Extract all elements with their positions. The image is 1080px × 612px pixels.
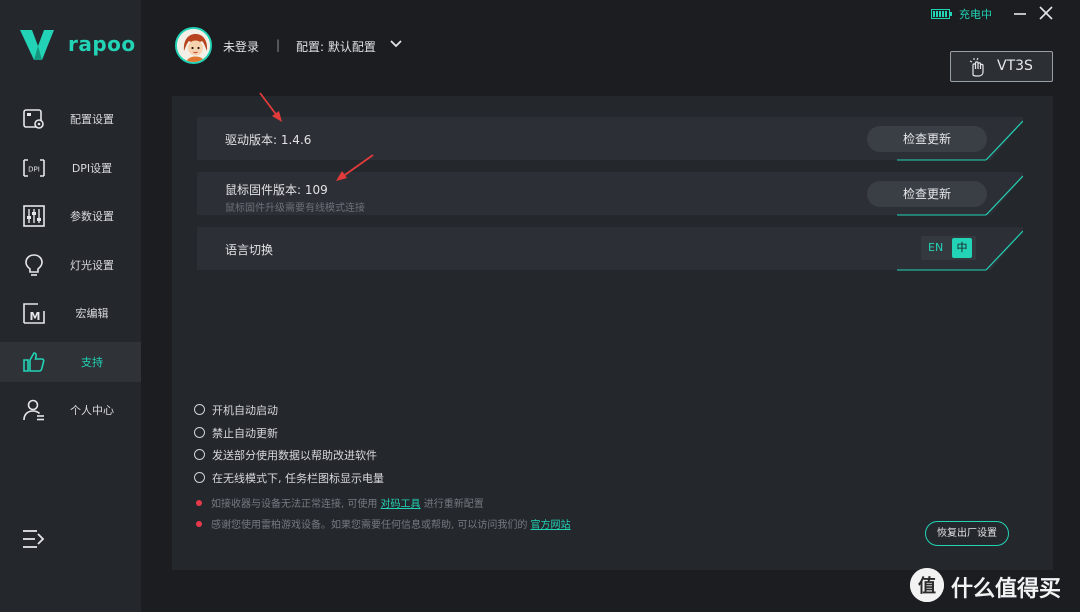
dpi-icon: DPI xyxy=(23,159,45,177)
check-firmware-update-button[interactable]: 检查更新 xyxy=(867,181,987,207)
brand-logo: rapoo xyxy=(20,28,135,62)
note-bullet xyxy=(196,500,202,506)
note-text: 感谢您使用雷柏游戏设备。如果您需要任何信息或帮助, 可以访问我们的 xyxy=(211,520,528,531)
macro-icon: M xyxy=(23,303,45,324)
row-background xyxy=(197,227,1023,271)
sidebar-item-label: 配置设置 xyxy=(70,113,114,126)
radio-button[interactable] xyxy=(194,472,205,483)
sidebar-item-lighting[interactable]: 灯光设置 xyxy=(0,245,141,285)
sidebar-item-label: 灯光设置 xyxy=(70,259,114,272)
firmware-hint: 鼠标固件升级需要有线模式连接 xyxy=(225,203,365,214)
option-label: 开机自动启动 xyxy=(212,404,278,417)
radio-button[interactable] xyxy=(194,404,205,415)
device-selector-button[interactable]: VT3S xyxy=(950,51,1053,82)
sidebar-item-profile[interactable]: 个人中心 xyxy=(0,390,141,430)
check-driver-update-button[interactable]: 检查更新 xyxy=(867,126,987,152)
brand-name: rapoo xyxy=(68,32,136,56)
language-option-en[interactable]: EN xyxy=(928,241,943,254)
bulb-icon xyxy=(25,254,43,276)
note-bullet xyxy=(196,521,202,527)
header-separator: | xyxy=(276,38,281,52)
watermark-logo-icon: 值 xyxy=(910,568,944,602)
sidebar-item-config[interactable]: 配置设置 xyxy=(0,99,141,139)
note-text: 进行重新配置 xyxy=(423,499,484,510)
sidebar-item-label: DPI设置 xyxy=(71,162,113,175)
firmware-version-row: 鼠标固件版本: 109 鼠标固件升级需要有线模式连接 检查更新 xyxy=(197,172,1023,216)
sidebar-item-support[interactable]: 支持 xyxy=(0,342,141,382)
driver-version-row: 驱动版本: 1.4.6 检查更新 xyxy=(197,117,1023,161)
watermark-logo-char: 值 xyxy=(918,575,936,597)
pairing-note: 如接收器与设备无法正常连接, 可使用 对码工具 进行重新配置 xyxy=(196,495,484,510)
option-label: 在无线模式下, 任务栏图标显示电量 xyxy=(212,472,384,485)
sidebar-item-label: 宏编辑 xyxy=(75,307,109,320)
mouse-click-icon xyxy=(969,57,984,77)
sidebar-item-label: 参数设置 xyxy=(70,210,114,223)
rapoo-v-logo-icon xyxy=(20,30,54,60)
pairing-tool-link[interactable]: 对码工具 xyxy=(381,499,421,510)
sidebar-item-label: 支持 xyxy=(81,356,103,369)
user-icon xyxy=(23,399,44,421)
radio-button[interactable] xyxy=(194,427,205,438)
config-selector-label[interactable]: 配置: 默认配置 xyxy=(296,38,376,55)
sidebar-item-macro[interactable]: M 宏编辑 xyxy=(0,293,141,333)
option-label: 发送部分使用数据以帮助改进软件 xyxy=(212,449,377,462)
minimize-icon[interactable] xyxy=(1012,4,1028,22)
option-label: 禁止自动更新 xyxy=(212,427,278,440)
svg-text:DPI: DPI xyxy=(28,166,40,174)
official-website-link[interactable]: 官方网站 xyxy=(531,520,571,531)
device-name: VT3S xyxy=(997,58,1033,74)
support-note: 感谢您使用雷柏游戏设备。如果您需要任何信息或帮助, 可以访问我们的 官方网站 xyxy=(196,516,571,531)
note-text: 如接收器与设备无法正常连接, 可使用 xyxy=(211,499,378,510)
battery-icon xyxy=(931,9,952,19)
login-status[interactable]: 未登录 xyxy=(223,38,259,55)
sidebar-item-dpi[interactable]: DPI DPI设置 xyxy=(0,148,141,188)
config-icon xyxy=(23,109,44,129)
thumbs-up-icon xyxy=(23,352,45,372)
watermark-logo: 值 xyxy=(910,568,944,602)
watermark-text: 什么值得买 xyxy=(951,577,1062,602)
language-toggle[interactable]: EN 中 xyxy=(921,236,976,260)
avatar-face-icon xyxy=(177,29,210,62)
factory-reset-button[interactable]: 恢复出厂设置 xyxy=(925,521,1009,546)
language-label: 语言切换 xyxy=(225,243,274,257)
language-option-zh[interactable]: 中 xyxy=(952,238,972,258)
chevron-down-icon[interactable] xyxy=(389,38,403,50)
sidebar: rapoo 配置设置 DPI DPI设置 参数设置 灯光设置 M 宏编辑 支持 … xyxy=(0,0,141,612)
language-row: 语言切换 EN 中 xyxy=(197,227,1023,271)
charging-status: 充电中 xyxy=(959,8,992,21)
sliders-icon xyxy=(23,205,45,227)
avatar[interactable] xyxy=(175,27,212,64)
sidebar-item-label: 个人中心 xyxy=(70,404,114,417)
close-icon[interactable] xyxy=(1037,4,1055,22)
sidebar-item-params[interactable]: 参数设置 xyxy=(0,196,141,236)
menu-collapse-icon[interactable] xyxy=(22,528,46,550)
radio-button[interactable] xyxy=(194,449,205,460)
svg-text:M: M xyxy=(30,310,41,323)
driver-version-label: 驱动版本: 1.4.6 xyxy=(225,133,312,147)
firmware-version-label: 鼠标固件版本: 109 xyxy=(225,183,328,197)
